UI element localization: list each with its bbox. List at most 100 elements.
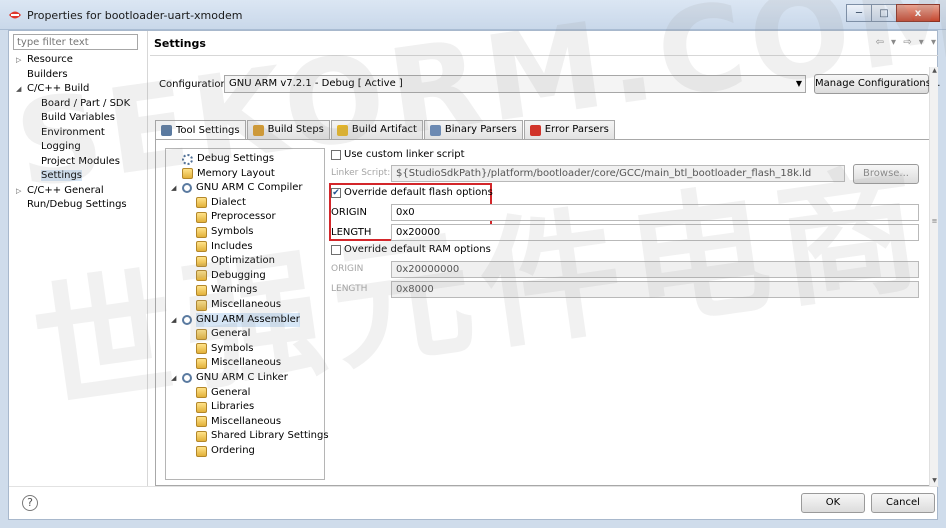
divider bbox=[150, 55, 938, 56]
nav-item[interactable]: Project Modules bbox=[13, 155, 148, 170]
tab-label: Tool Settings bbox=[176, 124, 240, 136]
scroll-up-icon[interactable]: ▲ bbox=[930, 67, 939, 76]
nav-item[interactable]: Builders bbox=[13, 68, 148, 83]
expanded-twisty-icon[interactable]: ◢ bbox=[171, 181, 176, 195]
tab-tool-settings[interactable]: Tool Settings bbox=[155, 120, 246, 140]
tool-tree-item[interactable]: Preprocessor bbox=[196, 210, 276, 224]
ram-origin-field[interactable]: 0x20000000 bbox=[391, 261, 919, 278]
configuration-select[interactable]: GNU ARM v7.2.1 - Debug [ Active ] ▼ bbox=[224, 75, 806, 93]
ok-button[interactable]: OK bbox=[801, 493, 865, 513]
nav-item-label: Environment bbox=[41, 126, 105, 138]
tool-tree-item[interactable]: Debug Settings bbox=[182, 152, 274, 166]
maximize-button[interactable]: □ bbox=[871, 4, 897, 22]
override-flash-checkbox[interactable]: ✔ Override default flash options bbox=[331, 187, 493, 198]
gear-icon bbox=[182, 373, 192, 383]
expanded-twisty-icon[interactable]: ◢ bbox=[171, 371, 176, 385]
tool-tree-item[interactable]: General bbox=[196, 327, 250, 341]
tab-icon bbox=[429, 124, 441, 136]
tool-tree-item[interactable]: Libraries bbox=[196, 400, 254, 414]
tool-tree-item[interactable]: Shared Library Settings bbox=[196, 429, 329, 443]
tool-tree-item[interactable]: Dialect bbox=[196, 196, 246, 210]
nav-item[interactable]: Build Variables bbox=[13, 111, 148, 126]
tab-build-steps[interactable]: Build Steps bbox=[246, 120, 330, 139]
custom-linker-script-checkbox[interactable]: Use custom linker script bbox=[331, 149, 465, 160]
flash-origin-field[interactable]: 0x0 bbox=[391, 204, 919, 221]
tool-tree-item[interactable]: Miscellaneous bbox=[196, 298, 281, 312]
tool-tree-item-label: GNU ARM Assembler bbox=[196, 312, 300, 327]
vertical-scrollbar[interactable]: ▲ ≡ ▼ bbox=[929, 67, 938, 486]
chevron-down-icon: ▼ bbox=[795, 79, 802, 88]
tab-binary-parsers[interactable]: Binary Parsers bbox=[423, 120, 523, 139]
cog-icon bbox=[182, 153, 193, 165]
tool-tree-item[interactable]: Optimization bbox=[196, 254, 275, 268]
linker-memory-settings: Use custom linker script Linker Script: … bbox=[329, 140, 931, 485]
tool-tree-item[interactable]: Symbols bbox=[196, 225, 253, 239]
tool-tree-item-label: Optimization bbox=[211, 255, 275, 267]
tab-icon bbox=[529, 124, 541, 136]
flash-length-field[interactable]: 0x20000 bbox=[391, 224, 919, 241]
ram-origin-label: ORIGIN bbox=[331, 264, 364, 274]
expanded-twisty-icon[interactable]: ◢ bbox=[16, 82, 21, 97]
nav-item[interactable]: Run/Debug Settings bbox=[13, 198, 148, 213]
tab-build-artifact[interactable]: Build Artifact bbox=[330, 120, 423, 139]
tool-tree-item-label: Dialect bbox=[211, 196, 246, 208]
nav-item[interactable]: Logging bbox=[13, 140, 148, 155]
nav-item[interactable]: Settings bbox=[13, 169, 148, 184]
tool-tree-item[interactable]: Miscellaneous bbox=[196, 415, 281, 429]
nav-item[interactable]: Board / Part / SDK bbox=[13, 97, 148, 112]
browse-button[interactable]: Browse... bbox=[853, 164, 919, 184]
folder-icon bbox=[196, 445, 207, 457]
folder-icon bbox=[196, 284, 207, 296]
tool-tree-item[interactable]: Debugging bbox=[196, 269, 266, 283]
expanded-twisty-icon[interactable]: ◢ bbox=[171, 313, 176, 327]
nav-item[interactable]: ◢ C/C++ Build bbox=[13, 82, 148, 97]
tool-tree-item[interactable]: Memory Layout bbox=[182, 167, 275, 181]
folder-icon bbox=[196, 328, 207, 340]
tool-tree-item[interactable]: ◢ GNU ARM C Compiler bbox=[171, 181, 303, 195]
scroll-thumb[interactable]: ≡ bbox=[931, 217, 938, 235]
tool-tree-item[interactable]: Ordering bbox=[196, 444, 255, 458]
close-button[interactable]: x bbox=[896, 4, 940, 22]
collapsed-twisty-icon[interactable]: ▷ bbox=[16, 53, 21, 68]
tab-error-parsers[interactable]: Error Parsers bbox=[523, 120, 615, 139]
divider bbox=[9, 486, 939, 487]
tool-tree-item[interactable]: ◢ GNU ARM Assembler bbox=[171, 312, 300, 327]
tool-tree-item[interactable]: Includes bbox=[196, 240, 253, 254]
nav-item-label: Builders bbox=[27, 68, 68, 80]
tool-tree-item-label: Debugging bbox=[211, 269, 266, 281]
linker-script-field[interactable]: ${StudioSdkPath}/platform/bootloader/cor… bbox=[391, 165, 845, 182]
folder-icon bbox=[196, 387, 207, 399]
history-nav-icons[interactable]: ⇦ ▾ ⇨ ▾ ▾ bbox=[875, 37, 938, 48]
ram-length-label: LENGTH bbox=[331, 284, 368, 294]
tool-tree: Debug Settings Memory Layout ◢ GNU ARM C Co… bbox=[165, 148, 329, 480]
sash-divider[interactable] bbox=[147, 31, 148, 486]
ram-length-field[interactable]: 0x8000 bbox=[391, 281, 919, 298]
nav-item-label: Build Variables bbox=[41, 112, 115, 123]
nav-item[interactable]: ▷ C/C++ General bbox=[13, 184, 148, 199]
tool-tree-item-label: General bbox=[211, 328, 251, 340]
tool-tree-item-label: Memory Layout bbox=[197, 167, 275, 179]
checkbox-icon bbox=[331, 244, 341, 255]
nav-item-label: Logging bbox=[41, 141, 81, 152]
scroll-down-icon[interactable]: ▼ bbox=[930, 477, 939, 486]
collapsed-twisty-icon[interactable]: ▷ bbox=[16, 184, 21, 199]
tool-tree-item[interactable]: General bbox=[196, 386, 250, 400]
help-icon[interactable]: ? bbox=[22, 495, 38, 511]
cancel-button[interactable]: Cancel bbox=[871, 493, 935, 513]
override-ram-checkbox[interactable]: Override default RAM options bbox=[331, 244, 491, 255]
manage-configurations-button[interactable]: Manage Configurations... bbox=[814, 74, 940, 94]
tab-label: Binary Parsers bbox=[444, 124, 517, 135]
folder-icon bbox=[196, 197, 207, 209]
tool-tree-item[interactable]: ◢ GNU ARM C Linker bbox=[171, 371, 288, 385]
minimize-button[interactable]: ─ bbox=[846, 4, 872, 22]
tool-tree-item[interactable]: Symbols bbox=[196, 342, 253, 356]
tab-bar: Tool Settings Build Steps Build Artifact Bi… bbox=[155, 120, 616, 140]
tool-tree-item[interactable]: Miscellaneous bbox=[196, 356, 281, 370]
nav-item[interactable]: Environment bbox=[13, 126, 148, 141]
tool-tree-item-label: Libraries bbox=[211, 401, 255, 413]
tab-icon bbox=[161, 125, 172, 136]
tool-tree-item[interactable]: Warnings bbox=[196, 283, 257, 297]
nav-item[interactable]: ▷ Resource bbox=[13, 53, 148, 68]
filter-input[interactable] bbox=[13, 34, 138, 50]
override-ram-label: Override default RAM options bbox=[344, 244, 491, 255]
